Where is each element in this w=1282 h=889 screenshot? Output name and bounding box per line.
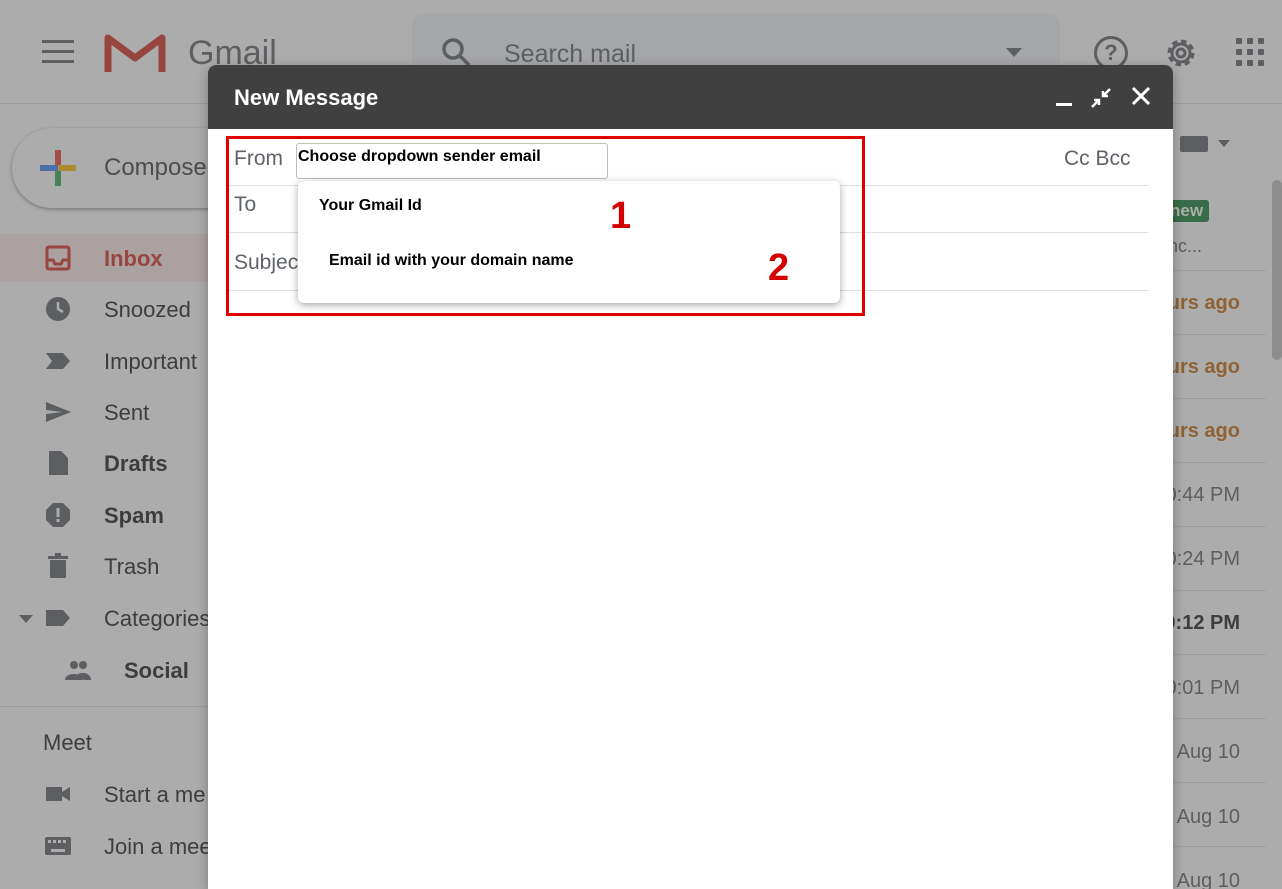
compose-header: New Message [208, 65, 1173, 129]
annotation-marker-1: 1 [610, 195, 632, 237]
close-icon[interactable] [1130, 85, 1152, 107]
cc-bcc-link[interactable]: Cc Bcc [1064, 147, 1131, 171]
compose-window: New Message From Cc Bcc To Subjec Choose… [208, 65, 1173, 889]
annotation-marker-2: 2 [768, 247, 790, 289]
compose-title: New Message [234, 85, 379, 110]
minimize-icon[interactable] [1056, 103, 1072, 106]
exit-fullscreen-icon[interactable] [1090, 87, 1112, 109]
